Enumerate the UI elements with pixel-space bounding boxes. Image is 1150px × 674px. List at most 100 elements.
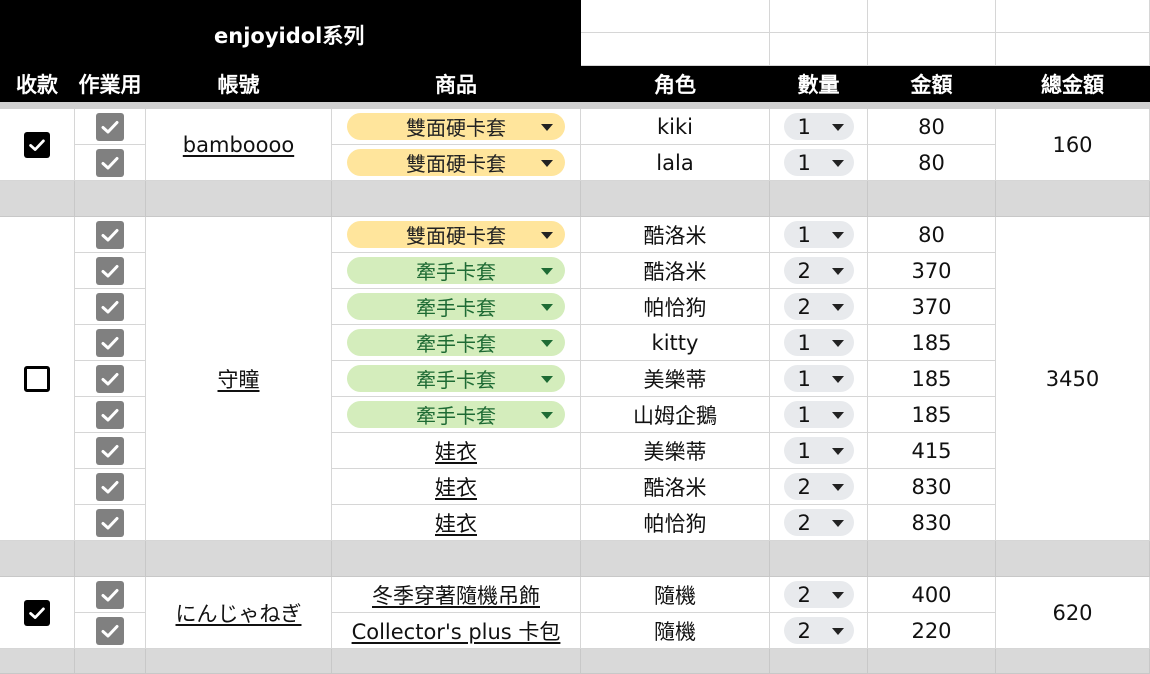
work-checkbox[interactable]: [96, 256, 124, 285]
work-checkbox[interactable]: [96, 112, 124, 141]
product-dropdown[interactable]: 牽手卡套: [347, 365, 565, 392]
qty-cell[interactable]: 2: [770, 577, 868, 613]
qty-dropdown[interactable]: 1: [783, 113, 854, 140]
work-cell[interactable]: [75, 217, 146, 253]
work-checkbox[interactable]: [96, 328, 124, 357]
qty-cell[interactable]: 2: [770, 253, 868, 289]
qty-cell[interactable]: 1: [770, 397, 868, 433]
paid-checkbox[interactable]: [24, 365, 50, 392]
role-cell[interactable]: 山姆企鵝: [581, 397, 770, 433]
product-cell[interactable]: 牽手卡套: [332, 289, 581, 325]
qty-cell[interactable]: 1: [770, 109, 868, 145]
paid-checkbox[interactable]: [24, 599, 50, 626]
product-dropdown[interactable]: 牽手卡套: [347, 257, 565, 284]
product-cell[interactable]: 雙面硬卡套: [332, 217, 581, 253]
qty-dropdown[interactable]: 1: [783, 329, 854, 356]
work-cell[interactable]: [75, 289, 146, 325]
qty-dropdown[interactable]: 1: [783, 221, 854, 248]
account-cell[interactable]: bamboooo: [146, 109, 332, 181]
product-cell[interactable]: 牽手卡套: [332, 253, 581, 289]
account-link[interactable]: bamboooo: [183, 133, 294, 157]
work-checkbox[interactable]: [96, 400, 124, 429]
qty-cell[interactable]: 1: [770, 325, 868, 361]
work-checkbox[interactable]: [96, 508, 124, 537]
account-link[interactable]: 守瞳: [218, 364, 260, 394]
paid-cell[interactable]: [0, 109, 75, 181]
paid-cell[interactable]: [0, 577, 75, 649]
work-checkbox[interactable]: [96, 472, 124, 501]
paid-checkbox[interactable]: [24, 131, 50, 158]
work-cell[interactable]: [75, 577, 146, 613]
role-cell[interactable]: 美樂蒂: [581, 361, 770, 397]
qty-dropdown[interactable]: 2: [783, 473, 854, 500]
qty-cell[interactable]: 1: [770, 217, 868, 253]
work-cell[interactable]: [75, 469, 146, 505]
empty-cell[interactable]: [770, 0, 868, 33]
product-link[interactable]: Collector's plus 卡包: [352, 616, 561, 646]
qty-dropdown[interactable]: 2: [783, 617, 854, 644]
product-dropdown[interactable]: 牽手卡套: [347, 293, 565, 320]
product-link[interactable]: 娃衣: [435, 508, 477, 538]
qty-cell[interactable]: 2: [770, 505, 868, 541]
account-link[interactable]: にんじゃねぎ: [176, 598, 302, 628]
qty-cell[interactable]: 1: [770, 145, 868, 181]
work-cell[interactable]: [75, 397, 146, 433]
role-cell[interactable]: lala: [581, 145, 770, 181]
product-link[interactable]: 娃衣: [435, 472, 477, 502]
product-cell[interactable]: 娃衣: [332, 433, 581, 469]
product-dropdown[interactable]: 牽手卡套: [347, 329, 565, 356]
role-cell[interactable]: 酷洛米: [581, 469, 770, 505]
product-cell[interactable]: 冬季穿著隨機吊飾: [332, 577, 581, 613]
role-cell[interactable]: kitty: [581, 325, 770, 361]
product-link[interactable]: 冬季穿著隨機吊飾: [372, 580, 540, 610]
qty-cell[interactable]: 1: [770, 433, 868, 469]
work-cell[interactable]: [75, 145, 146, 181]
empty-cell[interactable]: [581, 33, 770, 66]
work-checkbox[interactable]: [96, 580, 124, 609]
qty-cell[interactable]: 2: [770, 289, 868, 325]
role-cell[interactable]: kiki: [581, 109, 770, 145]
role-cell[interactable]: 酷洛米: [581, 253, 770, 289]
product-link[interactable]: 娃衣: [435, 436, 477, 466]
product-dropdown[interactable]: 雙面硬卡套: [347, 149, 565, 176]
role-cell[interactable]: 酷洛米: [581, 217, 770, 253]
empty-cell[interactable]: [996, 0, 1150, 33]
empty-cell[interactable]: [581, 0, 770, 33]
qty-dropdown[interactable]: 2: [783, 257, 854, 284]
role-cell[interactable]: 帕恰狗: [581, 289, 770, 325]
qty-dropdown[interactable]: 2: [783, 509, 854, 536]
work-cell[interactable]: [75, 325, 146, 361]
product-cell[interactable]: Collector's plus 卡包: [332, 613, 581, 649]
qty-dropdown[interactable]: 1: [783, 437, 854, 464]
product-cell[interactable]: 雙面硬卡套: [332, 145, 581, 181]
product-cell[interactable]: 牽手卡套: [332, 325, 581, 361]
qty-dropdown[interactable]: 1: [783, 365, 854, 392]
qty-dropdown[interactable]: 2: [783, 293, 854, 320]
role-cell[interactable]: 隨機: [581, 613, 770, 649]
qty-cell[interactable]: 1: [770, 361, 868, 397]
qty-cell[interactable]: 2: [770, 469, 868, 505]
empty-cell[interactable]: [868, 33, 996, 66]
product-cell[interactable]: 牽手卡套: [332, 397, 581, 433]
product-dropdown[interactable]: 雙面硬卡套: [347, 221, 565, 248]
work-cell[interactable]: [75, 253, 146, 289]
product-dropdown[interactable]: 牽手卡套: [347, 401, 565, 428]
role-cell[interactable]: 美樂蒂: [581, 433, 770, 469]
empty-cell[interactable]: [996, 33, 1150, 66]
work-cell[interactable]: [75, 361, 146, 397]
work-cell[interactable]: [75, 505, 146, 541]
product-dropdown[interactable]: 雙面硬卡套: [347, 113, 565, 140]
work-checkbox[interactable]: [96, 436, 124, 465]
work-cell[interactable]: [75, 433, 146, 469]
work-checkbox[interactable]: [96, 616, 124, 645]
empty-cell[interactable]: [770, 33, 868, 66]
account-cell[interactable]: にんじゃねぎ: [146, 577, 332, 649]
qty-dropdown[interactable]: 1: [783, 149, 854, 176]
qty-dropdown[interactable]: 2: [783, 581, 854, 608]
empty-cell[interactable]: [868, 0, 996, 33]
product-cell[interactable]: 娃衣: [332, 505, 581, 541]
role-cell[interactable]: 帕恰狗: [581, 505, 770, 541]
paid-cell[interactable]: [0, 217, 75, 541]
work-checkbox[interactable]: [96, 220, 124, 249]
product-cell[interactable]: 娃衣: [332, 469, 581, 505]
